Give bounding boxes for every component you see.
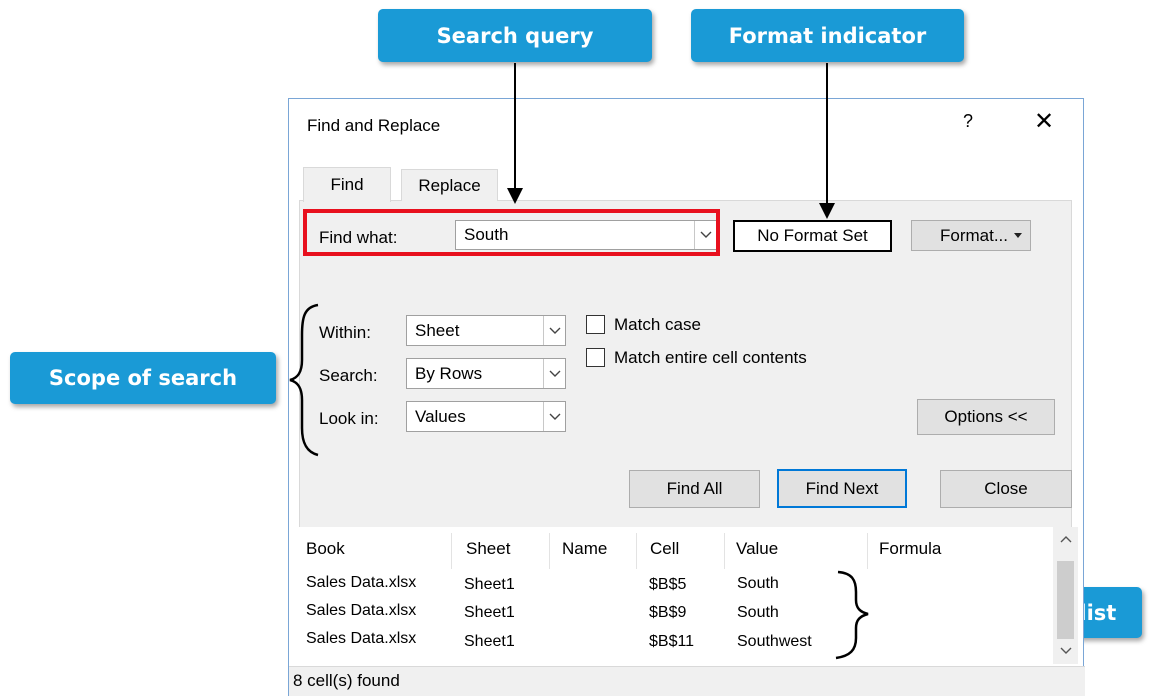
annotation-arrows: [289, 63, 869, 660]
tab-find[interactable]: Find: [303, 167, 391, 202]
tab-find-label: Find: [330, 175, 364, 194]
results-brace: [835, 570, 869, 660]
scope-brace: [289, 303, 319, 457]
